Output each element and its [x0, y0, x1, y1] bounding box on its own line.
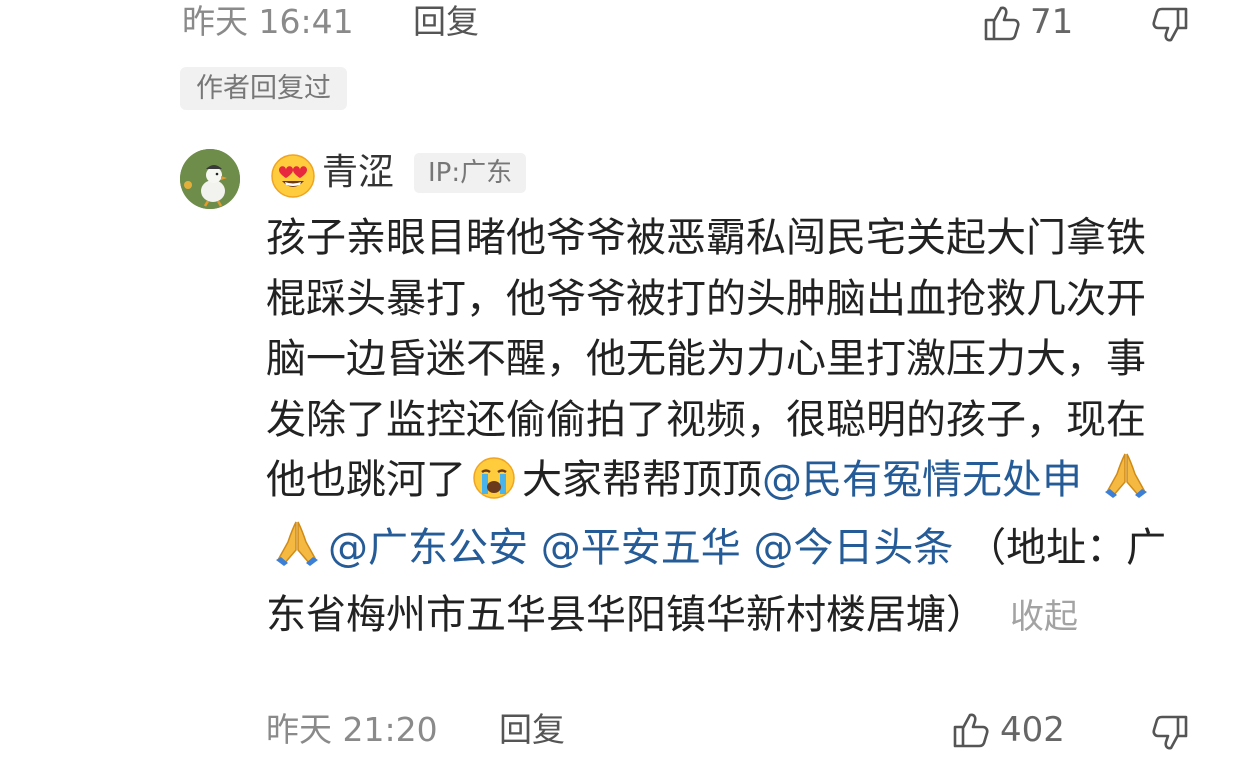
thumbs-down-icon — [1152, 7, 1188, 42]
crying-face-emoji-icon — [472, 456, 516, 518]
mention-link-3[interactable]: @平安五华 — [541, 525, 741, 571]
author-replied-badge[interactable]: 作者回复过 — [180, 67, 347, 110]
collapse-button[interactable]: 收起 — [1010, 597, 1078, 637]
thumbs-up-icon — [984, 6, 1020, 41]
comment-text: 孩子亲眼目睹他爷爷被恶霸私闯民宅关起大门拿铁棍踩头暴打，他爷爷被打的头肿脑出血抢… — [266, 208, 1178, 648]
thumbs-up-icon — [953, 713, 989, 748]
username[interactable]: 青涩 — [322, 155, 394, 191]
ip-location-badge: IP:广东 — [414, 153, 527, 193]
folded-hands-emoji-icon — [1101, 450, 1151, 518]
mention-link-2[interactable]: @广东公安 — [328, 525, 528, 571]
avatar[interactable] — [180, 149, 240, 209]
reply-button[interactable]: 回复 — [499, 713, 565, 746]
comment-text-part-2: 大家帮帮顶顶 — [522, 457, 762, 503]
folded-hands-emoji-icon — [272, 518, 322, 586]
prev-dislike-button[interactable] — [1150, 5, 1190, 45]
like-count: 402 — [1000, 710, 1065, 750]
like-button[interactable] — [951, 710, 991, 750]
thumbs-down-icon — [1152, 715, 1188, 750]
dislike-button[interactable] — [1150, 713, 1190, 753]
mention-link-1[interactable]: @民有冤情无处申 — [762, 457, 1082, 503]
heart-eyes-emoji-icon — [270, 153, 316, 203]
mention-link-4[interactable]: @今日头条 — [753, 525, 953, 571]
prev-reply-button[interactable]: 回复 — [413, 5, 479, 38]
prev-like-count: 71 — [1030, 2, 1074, 42]
avatar-duck-image — [180, 149, 240, 209]
comment-time: 昨天 21:20 — [266, 710, 438, 749]
prev-comment-time: 昨天 16:41 — [182, 2, 354, 41]
prev-like-button[interactable] — [982, 3, 1022, 43]
